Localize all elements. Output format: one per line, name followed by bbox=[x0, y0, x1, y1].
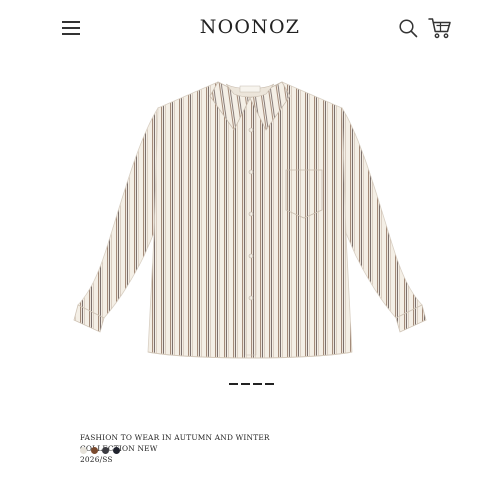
product-description: FASHION TO WEAR IN AUTUMN AND WINTER COL… bbox=[80, 432, 420, 465]
carousel-dot[interactable] bbox=[229, 383, 238, 385]
carousel-dot[interactable] bbox=[241, 383, 250, 385]
cart-button[interactable] bbox=[428, 17, 452, 39]
search-icon bbox=[399, 19, 418, 38]
carousel-dot[interactable] bbox=[265, 383, 274, 385]
striped-shirt-image bbox=[73, 81, 427, 359]
site-header: NOONOZ bbox=[0, 0, 500, 58]
product-image[interactable] bbox=[60, 60, 440, 370]
color-swatch[interactable] bbox=[113, 447, 120, 454]
carousel-dot[interactable] bbox=[253, 383, 262, 385]
color-swatch[interactable] bbox=[102, 447, 109, 454]
color-swatch[interactable] bbox=[91, 447, 98, 454]
hamburger-line bbox=[62, 33, 80, 35]
description-line: COLLECTION NEW bbox=[80, 444, 158, 453]
color-swatch[interactable] bbox=[80, 447, 87, 454]
season-label: 2026/SS bbox=[80, 455, 113, 464]
image-carousel-indicator bbox=[227, 383, 277, 387]
hamburger-line bbox=[62, 27, 80, 29]
product-page: NOONOZ FASHION TO WEAR IN AUTUMN AND WIN… bbox=[0, 0, 500, 500]
menu-button[interactable] bbox=[62, 20, 82, 36]
brand-logo[interactable]: NOONOZ bbox=[150, 16, 350, 38]
search-button[interactable] bbox=[398, 18, 418, 38]
description-line: FASHION TO WEAR IN AUTUMN AND WINTER bbox=[80, 433, 270, 442]
shopping-cart-icon bbox=[428, 18, 451, 39]
hamburger-menu-icon bbox=[62, 21, 80, 23]
